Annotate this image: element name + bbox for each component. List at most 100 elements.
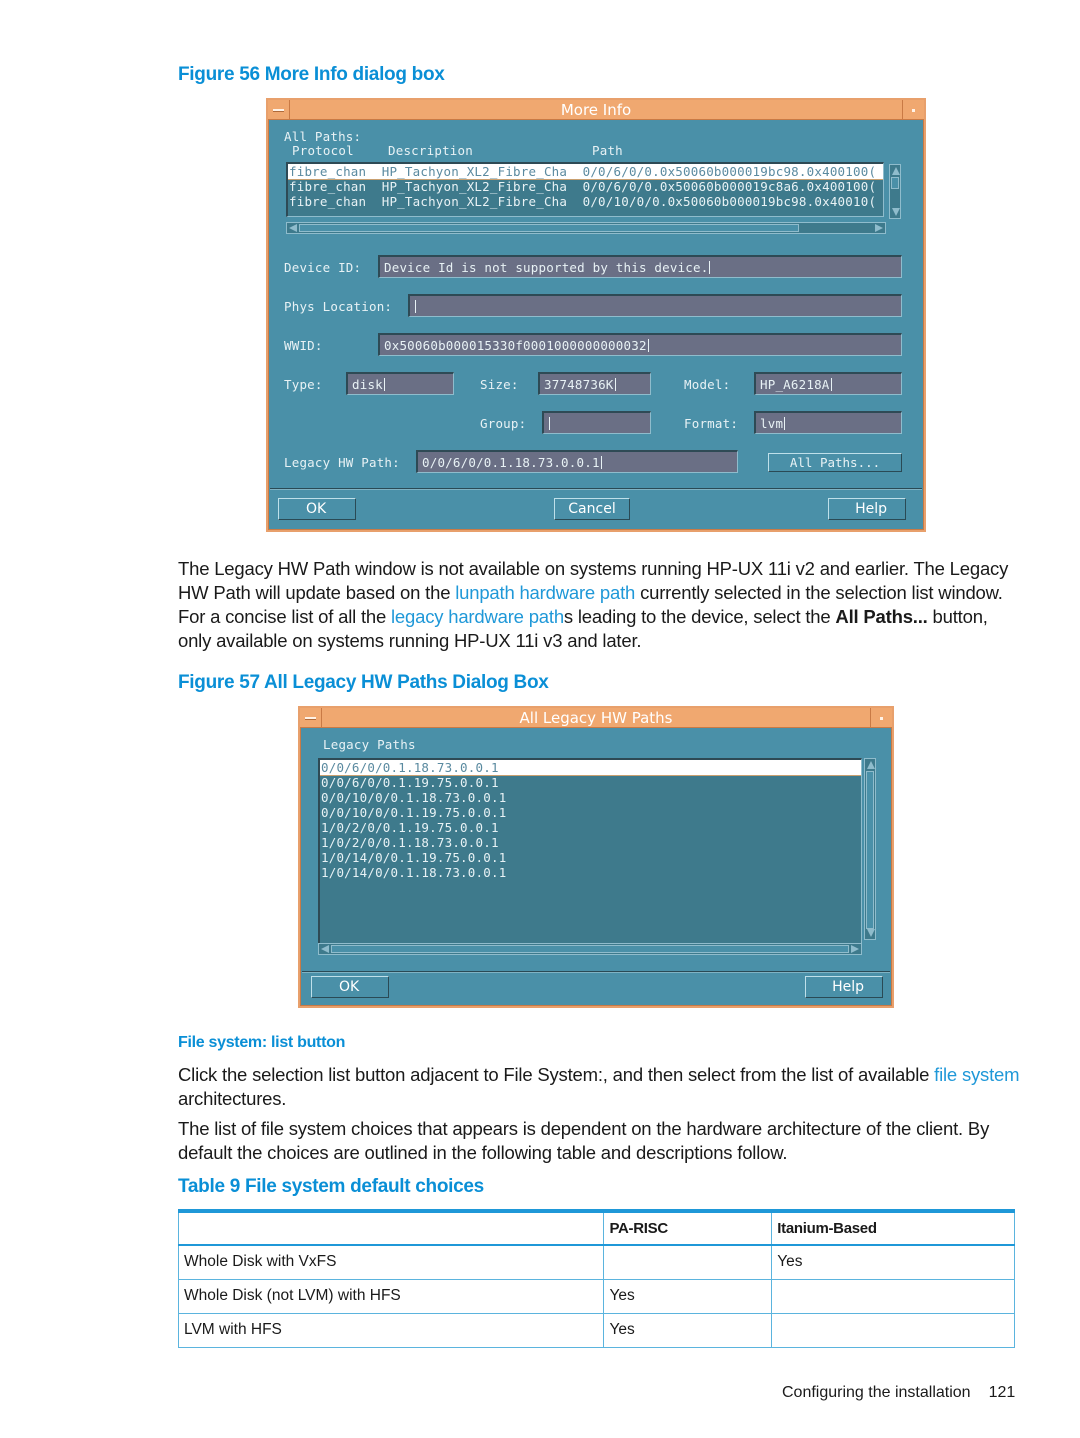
scroll-up-arrow-icon[interactable] bbox=[865, 759, 875, 771]
more-info-window: More Info All Paths: Protocol Descriptio… bbox=[266, 98, 926, 532]
lunpath-hardware-path-link[interactable]: lunpath hardware path bbox=[455, 582, 635, 603]
legacy-paths-titlebar[interactable]: All Legacy HW Paths bbox=[300, 708, 892, 728]
list-item[interactable]: 1/0/14/0/0.1.18.73.0.0.1 bbox=[320, 865, 861, 880]
wwid-field[interactable]: 0x50060b000015330f0001000000000032 bbox=[378, 333, 902, 356]
type-field[interactable]: disk bbox=[346, 372, 454, 395]
list-item[interactable]: 1/0/14/0/0.1.19.75.0.0.1 bbox=[320, 850, 861, 865]
table-9-caption: Table 9 File system default choices bbox=[178, 1176, 484, 1197]
group-field[interactable] bbox=[542, 411, 651, 434]
device-id-label: Device ID: bbox=[284, 260, 362, 275]
column-header-description: Description bbox=[388, 143, 473, 158]
all-paths-label: All Paths: bbox=[284, 129, 362, 144]
legacy-hardware-path-link[interactable]: legacy hardware path bbox=[391, 606, 564, 627]
more-info-titlebar[interactable]: More Info bbox=[268, 100, 924, 120]
table-header-pa-risc: PA-RISC bbox=[603, 1210, 773, 1246]
legacy-hw-path-label: Legacy HW Path: bbox=[284, 455, 400, 470]
scroll-thumb[interactable] bbox=[891, 177, 899, 189]
scroll-up-arrow-icon[interactable] bbox=[890, 165, 900, 177]
vertical-scrollbar[interactable] bbox=[889, 164, 901, 219]
legacy-path-paragraph: The Legacy HW Path window is not availab… bbox=[178, 558, 1009, 651]
table-row: Whole Disk with VxFS Yes bbox=[177, 1244, 1015, 1280]
wwid-label: WWID: bbox=[284, 338, 323, 353]
table-row: Whole Disk (not LVM) with HFS Yes bbox=[177, 1278, 1015, 1314]
scroll-left-arrow-icon[interactable] bbox=[319, 944, 331, 954]
table-header-itanium: Itanium-Based bbox=[771, 1210, 1015, 1246]
legacy-paths-label: Legacy Paths bbox=[323, 737, 416, 752]
all-paths-button[interactable]: All Paths... bbox=[768, 453, 902, 472]
table-header-empty bbox=[177, 1210, 605, 1246]
window-title: More Info bbox=[560, 101, 632, 119]
device-id-field[interactable]: Device Id is not supported by this devic… bbox=[378, 255, 902, 278]
table-cell: Yes bbox=[603, 1312, 773, 1348]
help-button[interactable]: Help bbox=[828, 498, 906, 520]
window-menu-icon[interactable] bbox=[268, 100, 290, 120]
ok-button[interactable]: OK bbox=[311, 976, 389, 998]
separator bbox=[270, 488, 922, 490]
file-system-list-button-heading: File system: list button bbox=[178, 1034, 346, 1051]
list-item[interactable]: 0/0/6/0/0.1.19.75.0.0.1 bbox=[320, 775, 861, 790]
table-cell: Yes bbox=[603, 1278, 773, 1314]
list-item[interactable]: fibre_chan HP_Tachyon_XL2_Fibre_Cha 0/0/… bbox=[288, 194, 883, 209]
format-field[interactable]: lvm bbox=[754, 411, 902, 434]
list-item[interactable]: fibre_chan HP_Tachyon_XL2_Fibre_Cha 0/0/… bbox=[288, 164, 883, 180]
footer-section-title: Configuring the installation bbox=[782, 1384, 971, 1401]
separator bbox=[302, 971, 890, 973]
phys-location-field[interactable] bbox=[408, 294, 902, 317]
page-footer: Configuring the installation 121 bbox=[782, 1384, 1015, 1402]
file-system-link[interactable]: file system bbox=[934, 1064, 1019, 1085]
size-label: Size: bbox=[480, 377, 519, 392]
page-number: 121 bbox=[988, 1384, 1016, 1401]
scroll-down-arrow-icon[interactable] bbox=[890, 206, 900, 218]
format-label: Format: bbox=[684, 416, 739, 431]
table-cell bbox=[771, 1278, 1015, 1314]
type-label: Type: bbox=[284, 377, 323, 392]
group-label: Group: bbox=[480, 416, 527, 431]
column-header-path: Path bbox=[592, 143, 623, 158]
file-system-choices-paragraph: The list of file system choices that app… bbox=[178, 1118, 990, 1163]
table-header-row: PA-RISC Itanium-Based bbox=[177, 1210, 1015, 1246]
scroll-right-arrow-icon[interactable] bbox=[873, 223, 885, 233]
help-button[interactable]: Help bbox=[805, 976, 883, 998]
scroll-thumb[interactable] bbox=[866, 771, 874, 929]
figure-56-caption: Figure 56 More Info dialog box bbox=[178, 64, 445, 85]
table-cell: Whole Disk with VxFS bbox=[177, 1244, 605, 1280]
horizontal-scrollbar[interactable] bbox=[318, 943, 862, 955]
column-header-protocol: Protocol bbox=[292, 143, 354, 158]
model-field[interactable]: HP_A6218A bbox=[754, 372, 902, 395]
cancel-button[interactable]: Cancel bbox=[554, 498, 630, 520]
table-cell: Whole Disk (not LVM) with HFS bbox=[177, 1278, 605, 1314]
window-menu-icon[interactable] bbox=[300, 708, 322, 728]
all-paths-list[interactable]: fibre_chan HP_Tachyon_XL2_Fibre_Cha 0/0/… bbox=[286, 162, 884, 217]
scroll-thumb[interactable] bbox=[331, 945, 849, 953]
scroll-right-arrow-icon[interactable] bbox=[849, 944, 861, 954]
vertical-scrollbar[interactable] bbox=[864, 758, 876, 940]
list-item[interactable]: 0/0/6/0/0.1.18.73.0.0.1 bbox=[320, 760, 861, 776]
scroll-thumb[interactable] bbox=[299, 224, 799, 232]
list-item[interactable]: 0/0/10/0/0.1.19.75.0.0.1 bbox=[320, 805, 861, 820]
list-item[interactable]: 1/0/2/0/0.1.19.75.0.0.1 bbox=[320, 820, 861, 835]
list-item[interactable]: fibre_chan HP_Tachyon_XL2_Fibre_Cha 0/0/… bbox=[288, 179, 883, 194]
legacy-paths-list[interactable]: 0/0/6/0/0.1.18.73.0.0.1 0/0/6/0/0.1.19.7… bbox=[318, 758, 862, 946]
all-legacy-hw-paths-window: All Legacy HW Paths Legacy Paths 0/0/6/0… bbox=[298, 706, 894, 1008]
file-system-default-choices-table: PA-RISC Itanium-Based Whole Disk with Vx… bbox=[177, 1209, 1015, 1348]
scroll-left-arrow-icon[interactable] bbox=[287, 223, 299, 233]
file-system-paragraph: Click the selection list button adjacent… bbox=[178, 1064, 1020, 1109]
table-cell bbox=[771, 1312, 1015, 1348]
table-cell bbox=[603, 1244, 773, 1280]
legacy-hw-path-field[interactable]: 0/0/6/0/0.1.18.73.0.0.1 bbox=[416, 450, 738, 473]
table-cell: Yes bbox=[771, 1244, 1015, 1280]
ok-button[interactable]: OK bbox=[278, 498, 356, 520]
list-item[interactable]: 1/0/2/0/0.1.18.73.0.0.1 bbox=[320, 835, 861, 850]
size-field[interactable]: 37748736K bbox=[538, 372, 651, 395]
list-item[interactable]: 0/0/10/0/0.1.18.73.0.0.1 bbox=[320, 790, 861, 805]
window-title: All Legacy HW Paths bbox=[519, 709, 673, 727]
scroll-down-arrow-icon[interactable] bbox=[865, 927, 875, 939]
maximize-icon[interactable] bbox=[902, 100, 924, 120]
table-row: LVM with HFS Yes bbox=[177, 1312, 1015, 1348]
model-label: Model: bbox=[684, 377, 731, 392]
table-cell: LVM with HFS bbox=[177, 1312, 605, 1348]
horizontal-scrollbar[interactable] bbox=[286, 222, 886, 234]
maximize-icon[interactable] bbox=[870, 708, 892, 728]
figure-57-caption: Figure 57 All Legacy HW Paths Dialog Box bbox=[178, 672, 549, 693]
all-paths-bold: All Paths... bbox=[835, 606, 928, 627]
